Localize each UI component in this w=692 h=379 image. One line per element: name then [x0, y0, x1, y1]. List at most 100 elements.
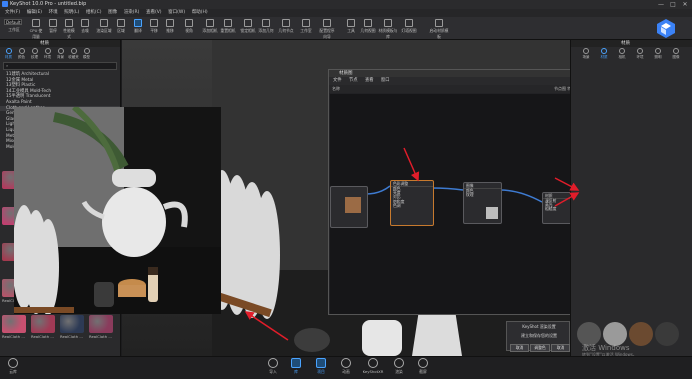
node-graph-canvas[interactable]: 色彩调整 颜色 亮度 对比 饱和度 色调 图像 颜色 纹理 材质 漫反射 高光 … [330, 94, 575, 314]
lighting-icon [655, 48, 661, 54]
library-icon [291, 358, 301, 368]
project-icon [316, 358, 326, 368]
minimize-button[interactable]: — [655, 0, 667, 9]
toolbar-add-geometry[interactable]: 添加几何 [258, 19, 274, 38]
color-adjust-node[interactable]: 色彩调整 颜色 亮度 对比 饱和度 色调 [390, 180, 434, 226]
reset-camera-icon [224, 19, 232, 27]
project-tabs: 场景 材质 相机 环境 照明 图像 [571, 47, 692, 60]
workspace-select[interactable]: Default [4, 19, 22, 25]
toolbar-tools[interactable]: 工具 [344, 19, 358, 38]
material-swatch[interactable] [2, 315, 26, 333]
project-button[interactable]: 项目 [312, 358, 330, 375]
material-swatch[interactable] [60, 315, 84, 333]
studio-icon [302, 19, 310, 27]
menu-camera[interactable]: 相机(C) [86, 9, 102, 17]
keyshotxr-icon [368, 358, 378, 368]
toolbar-denoise[interactable]: 去噪 [78, 19, 92, 38]
graph-menu-file[interactable]: 文件 [333, 78, 342, 83]
menu-image[interactable]: 图像 [108, 9, 117, 17]
menu-edit[interactable]: 编辑(E) [27, 9, 42, 17]
tab-scene[interactable]: 场景 [577, 47, 595, 60]
library-tabs: 材质 颜色 纹理 环境 背景 收藏夹 模型 [0, 47, 120, 60]
graph-menu-node[interactable]: 节点 [349, 78, 358, 83]
scene-icon [583, 48, 589, 54]
toolbar-configurator[interactable]: 配置程序向导 [318, 19, 336, 39]
import-button[interactable]: 导入 [264, 358, 282, 375]
tab-environment[interactable]: 环境 [631, 47, 649, 60]
toolbar-tumble[interactable]: 翻译 [131, 19, 145, 38]
toolbar-cpu[interactable]: CPU 使用量 [28, 19, 44, 39]
library-search-input[interactable]: ⌕ [3, 62, 117, 70]
tab-camera[interactable]: 相机 [613, 47, 631, 60]
texture-node[interactable] [330, 186, 368, 228]
toolbar-performance[interactable]: 性能模式 [62, 19, 76, 39]
menu-render[interactable]: 渲染(R) [124, 9, 140, 17]
keyshotxr-button[interactable]: KeyShotXR [362, 358, 384, 374]
maximize-button[interactable]: □ [667, 0, 679, 9]
toolbar-perspective[interactable]: 视角 [181, 19, 197, 38]
menu-view[interactable]: 查看(V) [146, 9, 162, 17]
configurator-icon [323, 19, 331, 27]
dialog-cancel-button[interactable]: 取消 [510, 344, 529, 352]
library-button[interactable]: 库 [287, 358, 305, 375]
tab-materials[interactable]: 材质 [2, 47, 15, 60]
animation-button[interactable]: 动画 [337, 358, 355, 375]
tab-environments[interactable]: 环境 [41, 47, 54, 60]
menu-file[interactable]: 文件(F) [5, 9, 20, 17]
dialog-message: 建立和保存您的设置 [521, 333, 557, 338]
toolbar-render-region[interactable]: 渲染区域 [96, 19, 112, 38]
toolbar-reset-camera[interactable]: 重置相机 [220, 19, 236, 38]
dolly-icon [166, 19, 174, 27]
material-swatch[interactable] [31, 315, 55, 333]
menu-help[interactable]: 帮助(H) [192, 9, 208, 17]
toolbar-geometry-node[interactable]: 几何节点 [278, 19, 294, 38]
dialog-close-button[interactable]: 取消 [551, 344, 570, 352]
material-swatch-label: RealCloth ... [60, 334, 83, 339]
main-toolbar: Default 工作区 CPU 使用量 暂停 性能模式 去噪 渲染区域 区域 翻… [0, 17, 692, 40]
toolbar-lock-camera[interactable]: 锁定相机 [240, 19, 256, 38]
graph-name-label: 名称 [332, 86, 340, 91]
tab-models[interactable]: 模型 [80, 47, 93, 60]
textures-icon [31, 48, 38, 54]
material-swatch-label: RealCloth ... [31, 334, 54, 339]
render-preview-image [14, 107, 221, 314]
cloud-icon [8, 358, 18, 368]
tab-backplates[interactable]: 背景 [54, 47, 67, 60]
materials-icon [5, 48, 12, 54]
toolbar-region[interactable]: 区域 [114, 19, 128, 38]
screenshot-button[interactable]: 截屏 [414, 358, 432, 375]
tab-colors[interactable]: 颜色 [15, 47, 28, 60]
dialog-adjust-button[interactable]: 调整色 [530, 344, 550, 352]
graph-menu-window[interactable]: 窗口 [381, 78, 390, 83]
toolbar-launch-templates[interactable]: 启动材质模板 [428, 19, 450, 39]
toolbar-pan[interactable]: 平移 [147, 19, 161, 38]
material-swatch[interactable] [89, 315, 113, 333]
camera-icon [619, 48, 625, 54]
tab-material[interactable]: 材质 [595, 47, 613, 60]
favorites-icon [70, 48, 77, 54]
graph-menu-view[interactable]: 查看 [365, 78, 374, 83]
cloud-library-button[interactable]: 云库 [4, 358, 22, 375]
toolbar-studio[interactable]: 工作室 [298, 19, 314, 38]
toolbar-dolly[interactable]: 推移 [163, 19, 177, 38]
tab-textures[interactable]: 纹理 [28, 47, 41, 60]
menu-window[interactable]: 窗口(W) [168, 9, 185, 17]
toolbar-material-templates[interactable]: 材质模板与库 [378, 19, 398, 39]
material-swatch-label: RealCloth ... [2, 334, 25, 339]
render-button[interactable]: 渲染 [390, 358, 408, 375]
tab-image[interactable]: 图像 [667, 47, 685, 60]
menu-lighting[interactable]: 照明(L) [64, 9, 79, 17]
render-scene [14, 107, 221, 314]
tab-lighting[interactable]: 照明 [649, 47, 667, 60]
toolbar-add-camera[interactable]: 添加相机 [202, 19, 218, 38]
geometry-view-icon [364, 19, 372, 27]
cpu-icon [32, 19, 40, 27]
close-button[interactable]: ✕ [679, 0, 691, 9]
tab-favorites[interactable]: 收藏夹 [67, 47, 80, 60]
toolbar-geometry-view[interactable]: 几何视图 [360, 19, 376, 38]
toolbar-lighthouse-view[interactable]: 灯塔视图 [400, 19, 418, 38]
menu-environment[interactable]: 环境 [49, 9, 58, 17]
toolbar-pause[interactable]: 暂停 [46, 19, 60, 38]
keyshot-settings-dialog: KeyShot 渲染设置 建立和保存您的设置 取消 调整色 取消 [506, 321, 570, 352]
image-node[interactable]: 图像 颜色 纹理 [463, 182, 502, 224]
